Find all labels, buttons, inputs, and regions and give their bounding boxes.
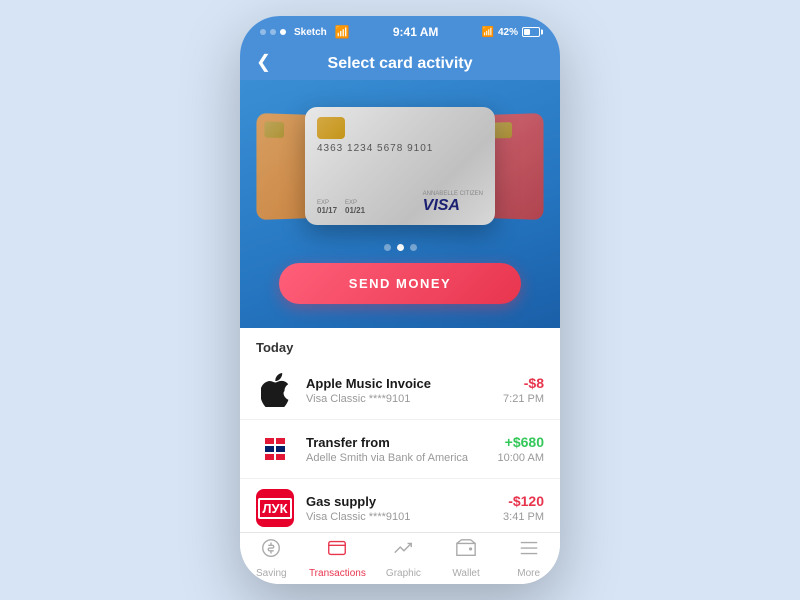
bluetooth-icon: 📶	[482, 27, 494, 38]
wifi-icon: 📶	[335, 25, 350, 39]
back-button[interactable]: ❮	[256, 52, 271, 73]
transactions-list: Today Apple Music Invoice Visa Classic *…	[240, 328, 560, 532]
tx-gas-name: Gas supply	[306, 494, 503, 509]
status-left: Sketch 📶	[260, 25, 350, 39]
nav-graphic[interactable]: Graphic	[378, 537, 428, 579]
lukoil-icon: ЛУК	[256, 489, 294, 527]
apple-icon	[256, 371, 294, 409]
lukoil-text: ЛУК	[258, 498, 291, 519]
status-time: 9:41 AM	[393, 25, 439, 39]
wallet-icon	[455, 537, 477, 565]
nav-wallet-label: Wallet	[452, 568, 479, 579]
transaction-item[interactable]: Transfer from Adelle Smith via Bank of A…	[240, 420, 560, 479]
dot-3[interactable]	[410, 244, 417, 251]
tx-gas-amount: -$120	[503, 493, 544, 509]
transaction-item[interactable]: ЛУК Gas supply Visa Classic ****9101 -$1…	[240, 479, 560, 532]
card-main[interactable]: 4363 1234 5678 9101 EXP 01/17 EXP 01/21	[305, 107, 495, 225]
battery-percent: 42%	[498, 27, 518, 38]
tx-gas-sub: Visa Classic ****9101	[306, 511, 503, 523]
tx-gas-right: -$120 3:41 PM	[503, 493, 544, 523]
more-icon	[518, 537, 540, 565]
tx-bofa-name: Transfer from	[306, 435, 498, 450]
card-number: 4363 1234 5678 9101	[317, 143, 483, 154]
card-pagination	[384, 244, 417, 251]
nav-saving[interactable]: Saving	[246, 537, 296, 579]
battery-icon	[522, 27, 540, 37]
graphic-icon	[392, 537, 414, 565]
card-section: 4363 1234 5678 9101 EXP 01/17 EXP 01/21	[240, 80, 560, 328]
section-today: Today	[240, 328, 560, 361]
phone-frame: Sketch 📶 9:41 AM 📶 42% ❮ Select card act…	[240, 16, 560, 584]
dot-2[interactable]	[397, 244, 404, 251]
nav-transactions-label: Transactions	[309, 568, 366, 579]
tx-bofa-amount: +$680	[498, 434, 544, 450]
dot-1[interactable]	[384, 244, 391, 251]
carrier-text: Sketch	[294, 27, 327, 38]
tx-apple-right: -$8 7:21 PM	[503, 375, 544, 405]
card-exp-to: EXP 01/21	[345, 200, 365, 215]
tx-apple-details: Apple Music Invoice Visa Classic ****910…	[306, 376, 503, 405]
transactions-icon	[326, 537, 348, 565]
tx-gas-time: 3:41 PM	[503, 511, 544, 523]
card-chip	[317, 117, 345, 139]
bottom-nav: Saving Transactions Graphic	[240, 532, 560, 584]
send-money-button[interactable]: SEND MONEY	[279, 263, 521, 304]
nav-wallet[interactable]: Wallet	[441, 537, 491, 579]
nav-transactions[interactable]: Transactions	[309, 537, 366, 579]
nav-graphic-label: Graphic	[386, 568, 421, 579]
page-title: Select card activity	[328, 55, 473, 73]
tx-apple-amount: -$8	[503, 375, 544, 391]
visa-logo: VISA	[423, 197, 483, 215]
header: ❮ Select card activity	[240, 44, 560, 80]
tx-bofa-right: +$680 10:00 AM	[498, 434, 544, 464]
bofa-icon	[256, 430, 294, 468]
status-bar: Sketch 📶 9:41 AM 📶 42%	[240, 16, 560, 44]
tx-apple-sub: Visa Classic ****9101	[306, 393, 503, 405]
saving-icon	[260, 537, 282, 565]
tx-bofa-details: Transfer from Adelle Smith via Bank of A…	[306, 435, 498, 464]
transaction-item[interactable]: Apple Music Invoice Visa Classic ****910…	[240, 361, 560, 420]
tx-bofa-time: 10:00 AM	[498, 452, 544, 464]
tx-gas-details: Gas supply Visa Classic ****9101	[306, 494, 503, 523]
card-exp-from: EXP 01/17	[317, 200, 337, 215]
tx-apple-time: 7:21 PM	[503, 393, 544, 405]
tx-bofa-sub: Adelle Smith via Bank of America	[306, 452, 498, 464]
status-right: 📶 42%	[482, 27, 540, 38]
nav-more[interactable]: More	[504, 537, 554, 579]
tx-apple-name: Apple Music Invoice	[306, 376, 503, 391]
nav-more-label: More	[517, 568, 540, 579]
cards-row: 4363 1234 5678 9101 EXP 01/17 EXP 01/21	[256, 96, 544, 236]
nav-saving-label: Saving	[256, 568, 287, 579]
card-bottom: EXP 01/17 EXP 01/21 ANNABELLE CITIZEN VI…	[317, 191, 483, 215]
